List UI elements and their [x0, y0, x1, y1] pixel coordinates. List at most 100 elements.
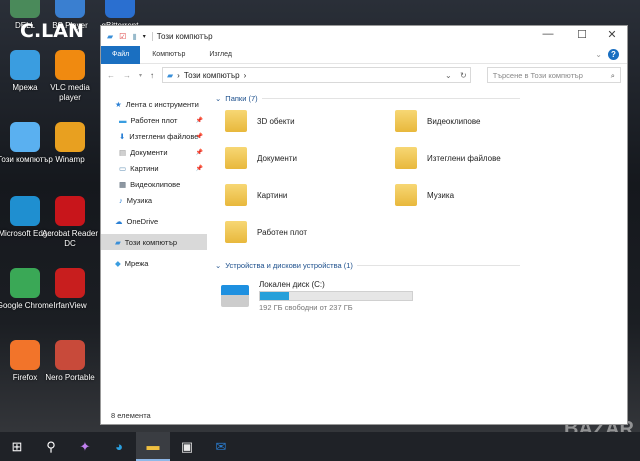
desktop-icon-10[interactable]: IrfanView [40, 268, 100, 311]
store-icon[interactable]: ▣ [170, 432, 204, 461]
app-icon [10, 0, 40, 18]
app-icon [55, 340, 85, 370]
folder-label: Работен плот [257, 227, 308, 237]
pin-icon: 📌 [195, 133, 203, 140]
sidebar-item[interactable]: ▤ Документи 📌 [101, 144, 207, 160]
navigation-pane: ★ Лента с инструменти ▬ Работен плот 📌 ⬇ Изтег… [101, 90, 207, 271]
sidebar-item[interactable]: ◆ Мрежа [101, 255, 207, 271]
desktop-icon-label: IrfanView [53, 301, 87, 310]
sidebar-item[interactable]: ▭ Картини 📌 [101, 160, 207, 176]
app-icon [55, 122, 85, 152]
recent-dropdown-icon[interactable]: ▾ [139, 72, 142, 79]
refresh-icon[interactable]: ↻ [460, 71, 467, 80]
pin-icon: 📌 [195, 165, 203, 172]
folder-item[interactable]: Видеоклипове [395, 110, 481, 132]
breadcrumb[interactable]: Този компютър [184, 71, 240, 80]
folder-icon [395, 147, 417, 169]
sidebar-item-label: Изтеглени файлове [129, 131, 199, 141]
folder-label: Музика [427, 190, 455, 200]
sidebar-item[interactable]: ★ Лента с инструменти [101, 96, 207, 112]
desktop-icon-12[interactable]: Nero Portable [40, 340, 100, 383]
sidebar-item[interactable]: ▬ Работен плот 📌 [101, 112, 207, 128]
pin-icon: 📌 [195, 149, 203, 156]
disk-usage-bar [259, 291, 413, 301]
sidebar-item[interactable]: ▦ Видеоклипове [101, 176, 207, 192]
sidebar-item[interactable]: ⬇ Изтеглени файлове 📌 [101, 128, 207, 144]
qat-dropdown-icon[interactable]: ▾ [143, 33, 146, 40]
copilot-icon[interactable]: ✦ [68, 432, 102, 461]
desktop-icon: ▬ [119, 115, 127, 125]
new-folder-icon[interactable]: ▮ [132, 32, 136, 41]
app-icon [105, 0, 135, 18]
folder-item[interactable]: Работен плот [225, 221, 307, 243]
folder-icon [395, 184, 417, 206]
drive-icon [221, 285, 249, 307]
up-icon[interactable]: ↑ [150, 71, 154, 80]
pin-icon: 📌 [195, 117, 203, 124]
folder-label: Изтеглени файлове [427, 153, 501, 163]
folder-item[interactable]: Картини [225, 184, 287, 206]
sidebar-item-label: Видеоклипове [130, 179, 181, 189]
folder-label: 3D обекти [257, 116, 295, 126]
computer-icon: ▰ [115, 237, 121, 247]
cloud-icon: ☁ [115, 216, 123, 226]
disk-usage-fill [260, 292, 289, 300]
desktop-icon-4[interactable]: VLC media player [40, 50, 100, 103]
folders-section-header[interactable]: ⌄ Папки (7) [215, 94, 520, 103]
breadcrumb-separator-icon: › [177, 70, 180, 80]
forward-icon[interactable]: → [123, 71, 131, 80]
window-title: Този компютър [151, 31, 213, 41]
network-icon: ◆ [115, 258, 121, 268]
folder-item[interactable]: Документи [225, 147, 297, 169]
expand-ribbon-icon[interactable]: ⌄ [595, 50, 602, 59]
disk-free-text: 192 ГБ свободни от 237 ГБ [259, 303, 353, 312]
help-icon[interactable]: ? [608, 49, 619, 60]
status-bar-text: 8 елемента [111, 411, 151, 420]
desktop-icon-label: Nero Portable [45, 373, 95, 382]
minimize-button[interactable]: — [533, 28, 563, 40]
desktop-icon-6[interactable]: Winamp [40, 122, 100, 165]
app-icon [10, 122, 40, 152]
disk-name: Локален диск (C:) [259, 280, 325, 289]
pictures-icon: ▭ [119, 163, 127, 173]
address-row: ← → ▾ ↑ ▰ › Този компютър › ⌄ ↻ Търсене … [101, 64, 627, 86]
outlook-icon[interactable]: ✉ [204, 432, 238, 461]
back-icon[interactable]: ← [107, 71, 115, 80]
local-disk-c[interactable]: Локален диск (C:) 192 ГБ свободни от 237… [221, 280, 413, 312]
windows-start-icon[interactable]: ⊞ [0, 432, 34, 461]
folder-icon [225, 110, 247, 132]
sidebar-item-label: Музика [126, 195, 153, 205]
maximize-button[interactable]: ☐ [567, 28, 597, 41]
devices-section-header[interactable]: ⌄ Устройства и дискови устройства (1) [215, 261, 520, 270]
properties-icon[interactable]: ☑ [119, 32, 126, 41]
folder-icon [225, 221, 247, 243]
desktop-icon-label: Winamp [55, 155, 85, 164]
address-dropdown-icon[interactable]: ⌄ [445, 71, 452, 80]
search-input[interactable]: Търсене в Този компютър ⌕ [486, 67, 621, 83]
folder-item[interactable]: Изтеглени файлове [395, 147, 501, 169]
computer-icon: ▰ [107, 31, 114, 41]
video-icon: ▦ [119, 179, 127, 189]
desktop-icon-8[interactable]: Acrobat Reader DC [40, 196, 100, 249]
section-title: Папки (7) [225, 94, 258, 103]
app-icon [55, 0, 85, 18]
folder-icon [225, 184, 247, 206]
sidebar-item[interactable]: ☁ OneDrive [101, 213, 207, 229]
close-button[interactable]: ✕ [597, 28, 627, 41]
tab-file[interactable]: Файл [101, 45, 141, 64]
edge-icon[interactable]: ◕ [102, 432, 136, 461]
sidebar-item-label: Картини [130, 163, 159, 173]
search-icon[interactable]: ⚲ [34, 432, 68, 461]
tab-computer[interactable]: Компютър [140, 46, 197, 64]
tab-view[interactable]: Изглед [197, 46, 244, 64]
ribbon: Файл Компютър Изглед ⌄ ? [101, 45, 627, 64]
address-bar[interactable]: ▰ › Този компютър › ⌄ ↻ [162, 67, 471, 83]
folder-item[interactable]: Музика [395, 184, 454, 206]
file-explorer-icon[interactable]: ▬ [136, 432, 170, 461]
sidebar-item[interactable]: ♪ Музика [101, 192, 207, 208]
folder-item[interactable]: 3D обекти [225, 110, 295, 132]
sidebar-item-label: Мрежа [124, 258, 149, 268]
sidebar-item[interactable]: ▰ Този компютър [101, 234, 207, 250]
sidebar-item-label: Лента с инструменти [125, 99, 199, 109]
app-icon [55, 268, 85, 298]
